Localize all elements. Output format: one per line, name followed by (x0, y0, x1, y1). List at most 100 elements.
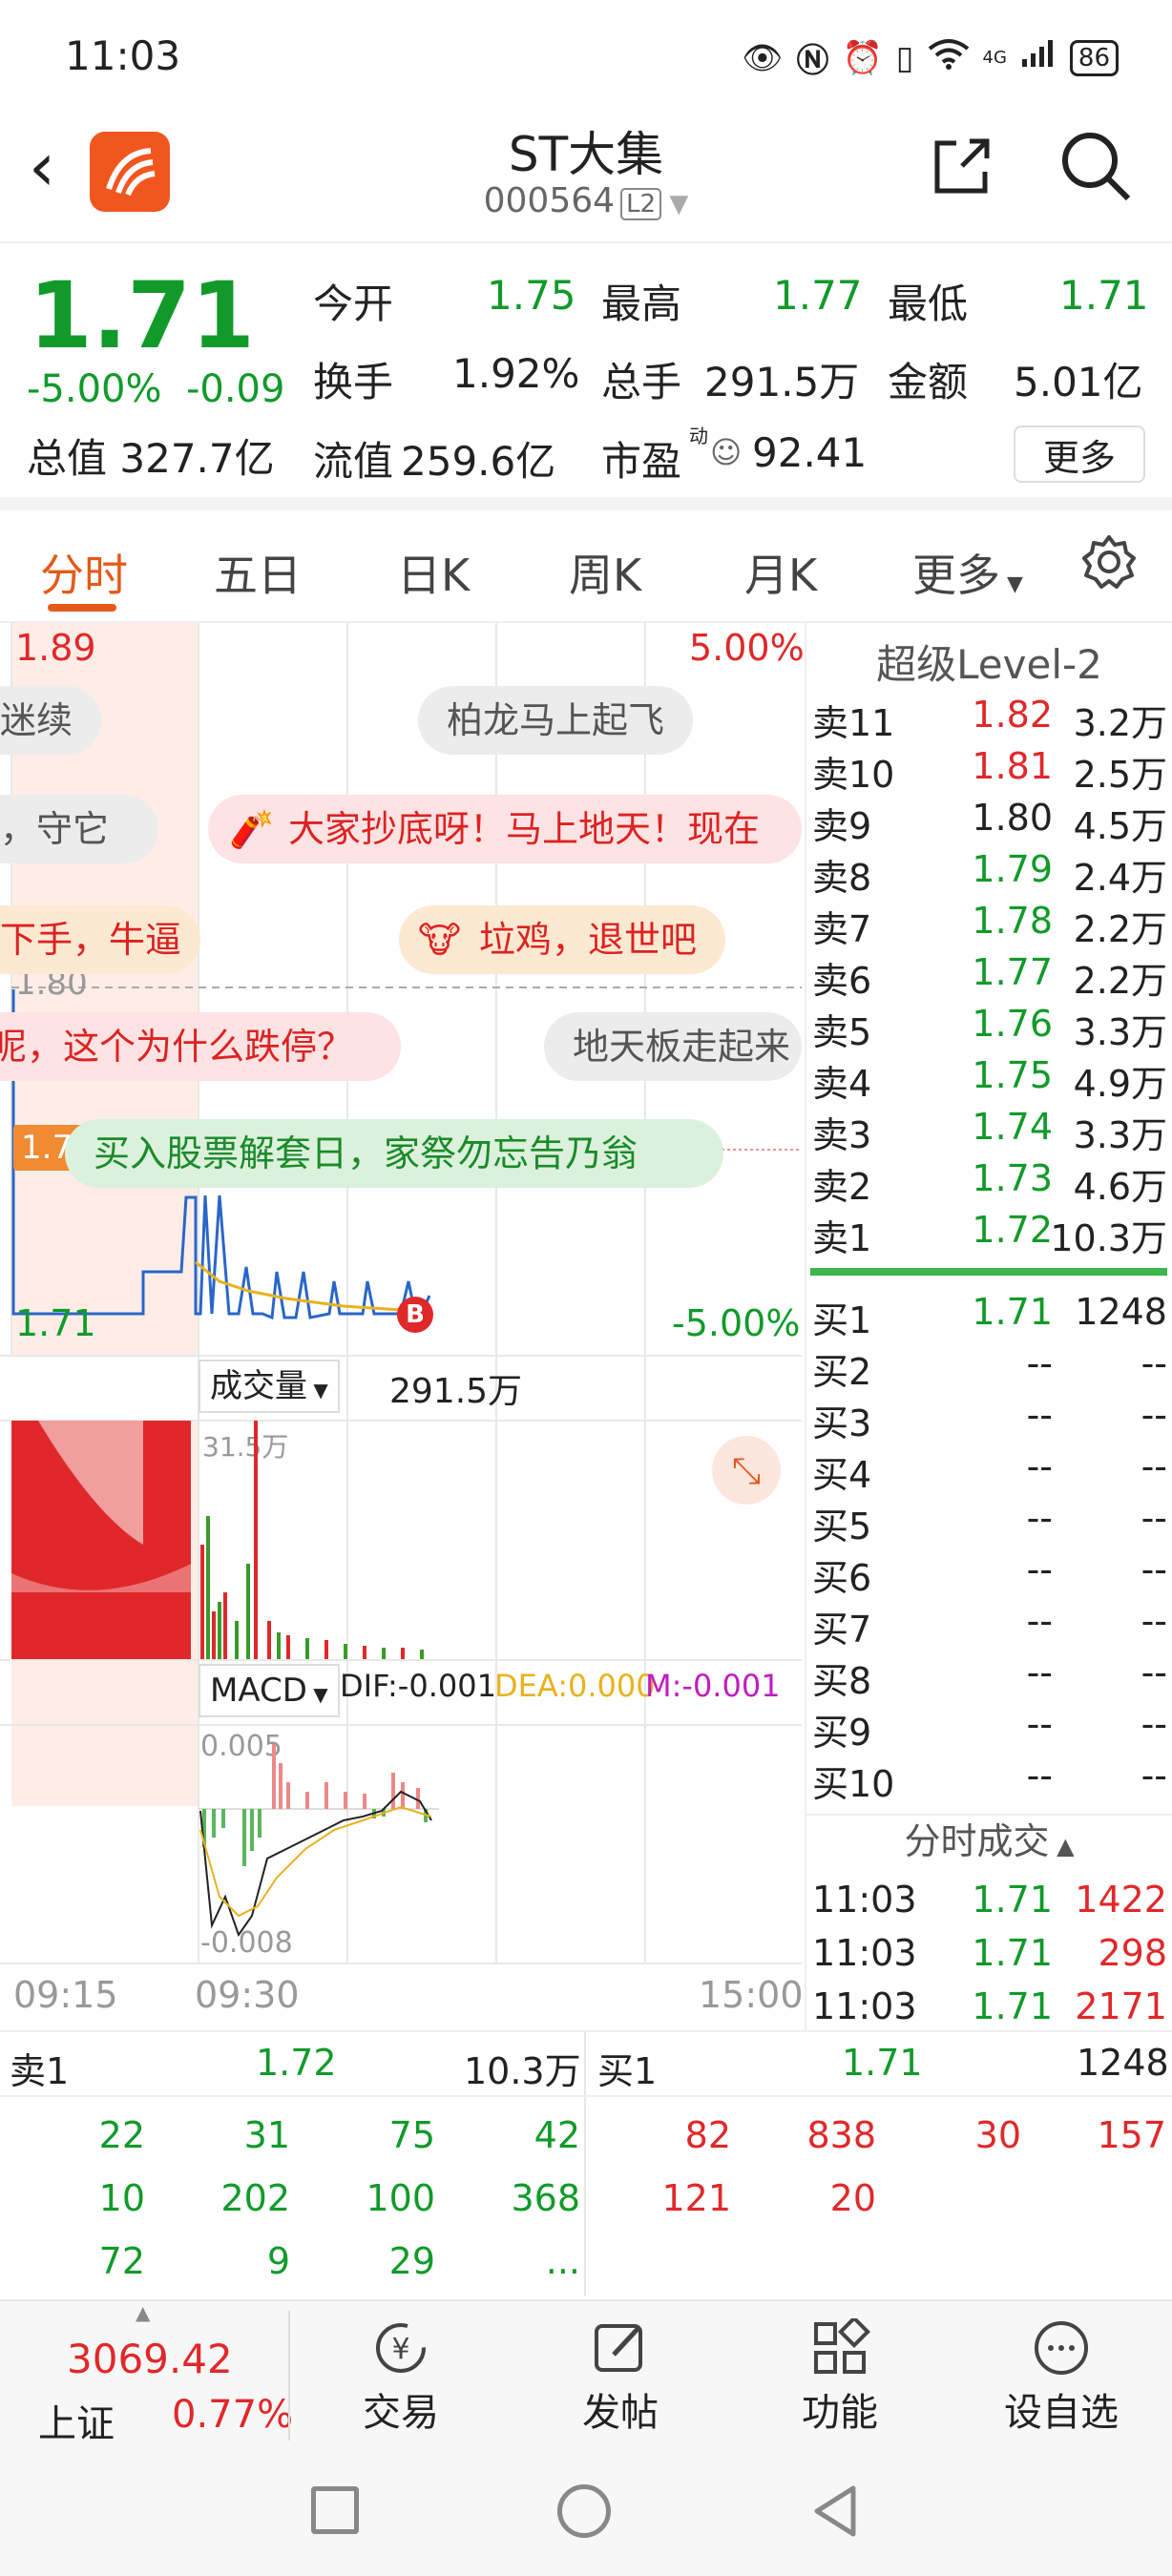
bid-row[interactable]: 买1 1.71 1248 (812, 1291, 1167, 1342)
index-ticker[interactable]: ▲ 3069.42 上证 0.77% (0, 2301, 293, 2450)
index-name: 上证 (38, 2402, 115, 2446)
intraday-chart-area[interactable]: 1.89 5.00% 1.80 1.71 -5.00% 1.760 B 柏龙马上… (0, 623, 805, 2030)
ask-row[interactable]: 卖2 1.73 4.6万 (812, 1157, 1167, 1209)
ask-price: 1.73 (972, 1157, 1053, 1199)
bid-price: -- (1026, 1342, 1053, 1384)
bid-row[interactable]: 买5 -- -- (812, 1497, 1167, 1548)
bid-label: 买10 (812, 1763, 895, 1805)
amount-value: 5.01亿 (1014, 359, 1143, 405)
home-icon[interactable] (557, 2484, 611, 2538)
queue-order: 838 (806, 2114, 876, 2156)
more-dots-icon (1035, 2321, 1088, 2375)
ask-row[interactable]: 卖7 1.78 2.2万 (812, 900, 1167, 951)
stock-name[interactable]: ST大集 (0, 116, 1172, 185)
ox-icon: 🐮 (418, 919, 461, 961)
bid-row[interactable]: 买9 -- -- (812, 1703, 1167, 1755)
settings-icon[interactable] (1080, 533, 1138, 601)
ask-row[interactable]: 卖6 1.77 2.2万 (812, 951, 1167, 1003)
ask-row[interactable]: 卖3 1.74 3.3万 (812, 1106, 1167, 1157)
bid-row[interactable]: 买10 -- -- (812, 1755, 1167, 1806)
bullet-comment[interactable]: ，守它 (0, 795, 158, 863)
tab-intraday[interactable]: 分时 (40, 541, 128, 604)
orderbook-title[interactable]: 超级Level-2 (806, 633, 1172, 691)
back-nav-icon[interactable] (809, 2483, 859, 2544)
expand-icon[interactable]: ⤡ (712, 1436, 781, 1505)
volume-selector[interactable]: 成交量 ▼ (199, 1360, 340, 1413)
ask-price: 1.75 (972, 1054, 1053, 1096)
queue-order: 72 (98, 2240, 145, 2282)
function-button[interactable]: 功能 (783, 2316, 897, 2437)
bid-label: 买5 (812, 1506, 872, 1548)
bid-row[interactable]: 买4 -- -- (812, 1445, 1167, 1497)
ask-row[interactable]: 卖11 1.82 3.2万 (812, 694, 1167, 745)
share-icon[interactable] (928, 134, 994, 216)
tick-row[interactable]: 11:03 1.71 2171 (812, 1985, 1167, 2037)
tick-price: 1.71 (972, 1932, 1053, 1974)
bid-row[interactable]: 买8 -- -- (812, 1652, 1167, 1703)
search-icon[interactable] (1057, 128, 1134, 220)
chart-tabs: 分时 五日 日K 周K 月K 更多 ▼ (0, 510, 1172, 623)
ask-row[interactable]: 卖4 1.75 4.9万 (812, 1054, 1167, 1106)
edit-icon (595, 2324, 642, 2372)
bid-label: 买4 (812, 1454, 872, 1496)
trade-button[interactable]: ¥ 交易 (344, 2318, 458, 2437)
tick-row[interactable]: 11:03 1.71 298 (812, 1932, 1167, 1984)
triangle-down-icon: ▼ (1000, 572, 1023, 596)
bullet-comment[interactable]: 迷续 (0, 686, 101, 755)
ask-label: 卖8 (812, 857, 872, 899)
bullet-comment[interactable]: 呢，这个为什么跌停？ (0, 1012, 401, 1081)
tab-daily-k[interactable]: 日K (397, 541, 470, 604)
stock-code-row[interactable]: 000564 L2 ▼ (0, 181, 1172, 220)
tab-weekly-k[interactable]: 周K (569, 541, 641, 604)
queue-sell-label: 卖1 (10, 2050, 70, 2092)
tab-five-day[interactable]: 五日 (214, 541, 302, 604)
queue-order: 368 (511, 2177, 580, 2219)
bid-row[interactable]: 买3 -- -- (812, 1394, 1167, 1445)
bullet-comment[interactable]: 柏龙马上起飞 (418, 686, 694, 755)
network-type: 4G (982, 48, 1007, 68)
bid-volume: -- (1141, 1600, 1167, 1642)
queue-sell-price: 1.72 (256, 2042, 337, 2084)
tick-row[interactable]: 11:03 1.71 1422 (812, 1879, 1167, 1930)
bullet-comment[interactable]: 地天板走起来 (544, 1012, 802, 1081)
macd-selector[interactable]: MACD ▼ (199, 1664, 340, 1717)
add-watchlist-button[interactable]: 设自选 (993, 2318, 1130, 2437)
bid-row[interactable]: 买6 -- -- (812, 1548, 1167, 1600)
ask-row[interactable]: 卖8 1.79 2.4万 (812, 848, 1167, 900)
bid-price: -- (1026, 1755, 1053, 1797)
queue-order: 20 (829, 2177, 876, 2219)
recent-apps-icon[interactable] (311, 2486, 359, 2534)
ask-price: 1.74 (972, 1106, 1053, 1148)
tick-time: 11:03 (812, 1932, 917, 1974)
pe-info-icon[interactable]: ☺ (710, 434, 742, 470)
firecracker-icon: 🧨 (229, 808, 275, 850)
bid-volume: -- (1141, 1394, 1167, 1436)
ask-row[interactable]: 卖9 1.80 4.5万 (812, 797, 1167, 848)
queue-order: 42 (534, 2114, 580, 2156)
bullet-comment[interactable]: 买入股票解套日，家祭勿忘告乃翁 (65, 1119, 723, 1188)
ask-volume: 2.4万 (1073, 857, 1167, 899)
ask-row[interactable]: 卖10 1.81 2.5万 (812, 745, 1167, 797)
ask-label: 卖9 (812, 805, 872, 847)
more-button[interactable]: 更多 (1014, 426, 1145, 483)
bid-row[interactable]: 买7 -- -- (812, 1600, 1167, 1652)
post-button[interactable]: 发帖 (563, 2318, 678, 2437)
ask-row[interactable]: 卖5 1.76 3.3万 (812, 1003, 1167, 1054)
tab-active-indicator (48, 604, 116, 612)
macd-m: M:-0.001 (645, 1668, 781, 1704)
bid-price: -- (1026, 1497, 1053, 1539)
ask-row[interactable]: 卖1 1.72 10.3万 (812, 1209, 1167, 1260)
bullet-comment[interactable]: 🧨 大家抄底呀！马上地天！现在 (208, 795, 802, 863)
bid-row[interactable]: 买2 -- -- (812, 1342, 1167, 1394)
tab-more[interactable]: 更多 ▼ (912, 541, 1023, 604)
stock-header: ‹ ST大集 000564 L2 ▼ (0, 105, 1172, 243)
macd-plot (199, 1744, 439, 1938)
ask-label: 卖11 (812, 702, 895, 744)
bid-label: 买2 (812, 1351, 872, 1393)
queue-order: 22 (98, 2114, 145, 2156)
ticks-title[interactable]: 分时成交 ▲ (806, 1812, 1172, 1864)
tab-monthly-k[interactable]: 月K (744, 541, 817, 604)
bullet-comment[interactable]: 🐮 垃鸡，退世吧 (399, 905, 726, 974)
bullet-comment[interactable]: 下手，牛逼 (0, 905, 200, 974)
buy-marker[interactable]: B (397, 1297, 433, 1333)
